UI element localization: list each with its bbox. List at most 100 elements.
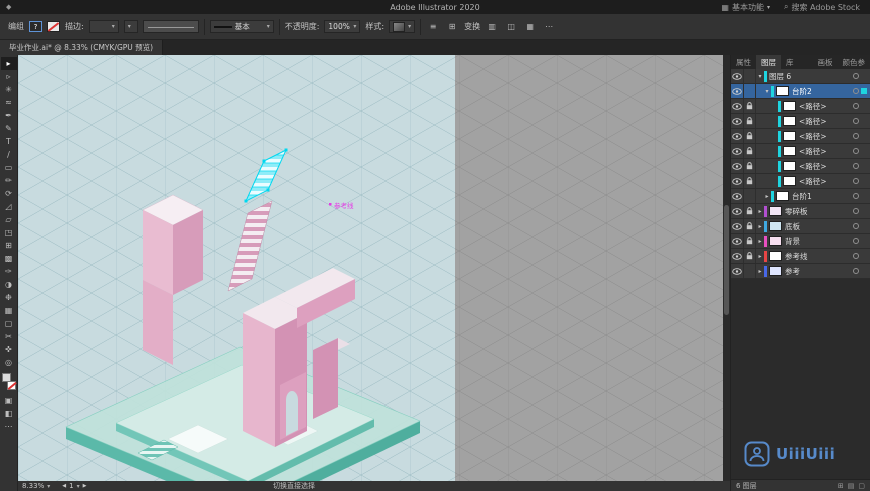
width-profile-dropdown[interactable] — [142, 20, 199, 33]
layer-row[interactable]: <路径> — [731, 129, 870, 144]
expand-arrow[interactable]: ▾ — [756, 73, 764, 80]
expand-arrow[interactable]: ▸ — [756, 253, 764, 260]
screen-mode-icon[interactable]: ◧ — [1, 407, 17, 420]
layer-name[interactable]: 零碎板 — [785, 206, 808, 217]
layer-name[interactable]: <路径> — [799, 101, 827, 112]
free-transform-tool[interactable]: ▱ — [1, 213, 17, 226]
zoom-level[interactable]: 8.33% — [22, 482, 44, 490]
stroke-none-swatch[interactable] — [47, 21, 60, 32]
lock-toggle[interactable] — [744, 264, 756, 278]
scale-tool[interactable]: ◿ — [1, 200, 17, 213]
canvas-area[interactable]: 参考线 — [18, 55, 730, 491]
expand-arrow[interactable]: ▸ — [756, 223, 764, 230]
panel-tab-properties[interactable]: 属性 — [731, 55, 756, 69]
layer-row[interactable]: <路径> — [731, 174, 870, 189]
layer-name[interactable]: 背景 — [785, 236, 800, 247]
graphic-style-dropdown[interactable]: ▾ — [389, 20, 416, 33]
lock-toggle[interactable] — [744, 144, 756, 158]
layer-name[interactable]: 参考线 — [785, 251, 808, 262]
panel-tab-libraries[interactable]: 库 — [781, 55, 799, 69]
magic-wand-tool[interactable]: ✳ — [1, 83, 17, 96]
lock-toggle[interactable] — [744, 99, 756, 113]
visibility-toggle[interactable] — [731, 159, 744, 173]
expand-arrow[interactable]: ▸ — [756, 208, 764, 215]
lock-toggle[interactable] — [744, 174, 756, 188]
panel-tab-layers[interactable]: 图层 — [756, 55, 781, 69]
lasso-tool[interactable]: ≈ — [1, 96, 17, 109]
stroke-proxy-swatch[interactable] — [6, 381, 16, 390]
prev-artboard-icon[interactable]: ◀ — [62, 483, 66, 489]
align-icon[interactable]: ≡ — [426, 20, 440, 33]
rotate-tool[interactable]: ⟳ — [1, 187, 17, 200]
visibility-toggle[interactable] — [731, 129, 744, 143]
draw-mode-icon[interactable]: ▣ — [1, 394, 17, 407]
new-layer-icon[interactable]: ⊞ — [838, 482, 844, 490]
isolate-icon[interactable]: ▥ — [485, 20, 499, 33]
layer-target[interactable] — [853, 253, 859, 259]
lock-toggle[interactable] — [744, 159, 756, 173]
visibility-toggle[interactable] — [731, 99, 744, 113]
visibility-toggle[interactable] — [731, 264, 744, 278]
layer-name[interactable]: <路径> — [799, 146, 827, 157]
layer-row[interactable]: ▾ 台阶2 — [731, 84, 870, 99]
lock-toggle[interactable] — [744, 69, 756, 83]
layer-target[interactable] — [853, 133, 859, 139]
stroke-weight-dropdown[interactable]: ▾ — [88, 20, 119, 33]
graph-tool[interactable]: ▦ — [1, 304, 17, 317]
stock-search[interactable]: ⌕ 搜索 Adobe Stock — [784, 2, 860, 13]
panel-tab-artboards[interactable]: 画板 — [813, 55, 838, 69]
visibility-toggle[interactable] — [731, 69, 744, 83]
selection-tool[interactable]: ▸ — [0, 57, 17, 70]
artboard-number[interactable]: 1 — [69, 482, 73, 490]
symbol-sprayer-tool[interactable]: ❉ — [1, 291, 17, 304]
layer-row[interactable]: <路径> — [731, 159, 870, 174]
layer-row[interactable]: ▸ 台阶1 — [731, 189, 870, 204]
visibility-toggle[interactable] — [731, 189, 744, 203]
lock-toggle[interactable] — [744, 189, 756, 203]
layer-target[interactable] — [853, 238, 859, 244]
artboard-tool[interactable]: ▢ — [1, 317, 17, 330]
layer-target[interactable] — [853, 208, 859, 214]
layer-target[interactable] — [853, 163, 859, 169]
artboard-canvas[interactable]: 参考线 — [18, 55, 730, 491]
rectangle-tool[interactable]: ▭ — [1, 161, 17, 174]
layer-row[interactable]: ▸ 参考线 — [731, 249, 870, 264]
layer-target[interactable] — [853, 148, 859, 154]
next-artboard-icon[interactable]: ▶ — [83, 483, 87, 489]
workspace-switcher[interactable]: ▦ 基本功能 ▾ — [721, 2, 770, 13]
layer-target[interactable] — [853, 73, 859, 79]
mesh-tool[interactable]: ⊞ — [1, 239, 17, 252]
blend-tool[interactable]: ◑ — [1, 278, 17, 291]
layer-row[interactable]: ▸ 背景 — [731, 234, 870, 249]
visibility-toggle[interactable] — [731, 144, 744, 158]
gradient-tool[interactable]: ▩ — [1, 252, 17, 265]
direct-selection-tool[interactable]: ▹ — [1, 70, 17, 83]
layer-target[interactable] — [853, 193, 859, 199]
layer-row[interactable]: <路径> — [731, 144, 870, 159]
lock-toggle[interactable] — [744, 84, 756, 98]
layer-target[interactable] — [853, 268, 859, 274]
lock-toggle[interactable] — [744, 219, 756, 233]
layer-row[interactable]: ▸ 零碎板 — [731, 204, 870, 219]
layer-name[interactable]: <路径> — [799, 116, 827, 127]
arrange-icon[interactable]: ◫ — [504, 20, 518, 33]
opacity-dropdown[interactable]: 100% ▾ — [324, 20, 361, 33]
layer-row[interactable]: ▸ 参考 — [731, 264, 870, 279]
layer-target[interactable] — [853, 178, 859, 184]
visibility-toggle[interactable] — [731, 234, 744, 248]
fill-stroke-proxy[interactable] — [1, 373, 16, 390]
slice-tool[interactable]: ✂ — [1, 330, 17, 343]
pencil-tool[interactable]: ✏ — [1, 174, 17, 187]
lock-toggle[interactable] — [744, 249, 756, 263]
expand-arrow[interactable]: ▸ — [756, 238, 764, 245]
document-tab[interactable]: 毕业作业.ai* @ 8.33% (CMYK/GPU 预览) — [0, 40, 164, 55]
curvature-tool[interactable]: ✎ — [1, 122, 17, 135]
lock-toggle[interactable] — [744, 234, 756, 248]
layer-target[interactable] — [853, 223, 859, 229]
visibility-toggle[interactable] — [731, 174, 744, 188]
layer-name[interactable]: 图层 6 — [769, 71, 791, 82]
layer-name[interactable]: <路径> — [799, 131, 827, 142]
artboard-dropdown-icon[interactable]: ▾ — [77, 483, 80, 490]
shape-builder-tool[interactable]: ◳ — [1, 226, 17, 239]
layer-target[interactable] — [853, 103, 859, 109]
